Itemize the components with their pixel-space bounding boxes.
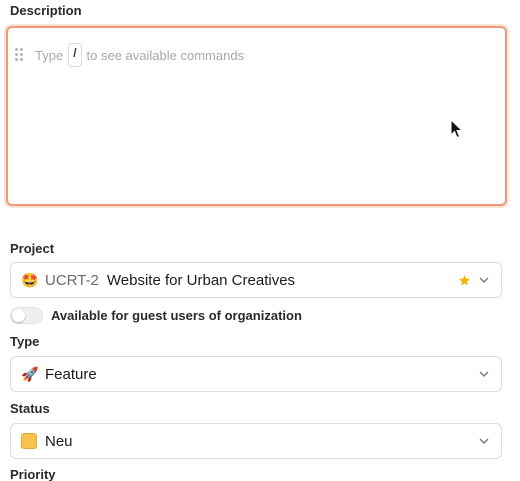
- mouse-pointer-icon: [450, 119, 464, 139]
- placeholder-prefix: Type: [35, 47, 64, 63]
- type-select[interactable]: 🚀 Feature: [10, 356, 502, 392]
- chevron-down-icon: [479, 371, 489, 377]
- guest-access-row: Available for guest users of organizatio…: [10, 306, 302, 324]
- drag-handle-icon[interactable]: [15, 48, 25, 62]
- chevron-down-icon: [479, 277, 489, 283]
- project-select[interactable]: 🤩 UCRT-2 Website for Urban Creatives: [10, 262, 502, 298]
- description-placeholder: Type / to see available commands: [35, 42, 244, 68]
- placeholder-suffix: to see available commands: [86, 47, 245, 63]
- project-emoji-icon: 🤩: [21, 271, 39, 288]
- rocket-icon: 🚀: [21, 365, 39, 382]
- description-label: Description: [10, 3, 82, 18]
- type-label: Type: [10, 334, 40, 349]
- status-value: Neu: [45, 432, 73, 450]
- guest-access-label: Available for guest users of organizatio…: [51, 307, 302, 323]
- project-code: UCRT-2: [45, 271, 99, 289]
- guest-access-toggle[interactable]: [10, 306, 43, 324]
- project-name: Website for Urban Creatives: [106, 271, 296, 289]
- slash-command-key: /: [68, 43, 82, 67]
- type-value: Feature: [45, 365, 97, 383]
- description-editor[interactable]: Type / to see available commands: [6, 26, 507, 206]
- status-color-swatch: [21, 433, 37, 449]
- status-select[interactable]: Neu: [10, 423, 502, 459]
- status-label: Status: [10, 401, 50, 416]
- star-icon[interactable]: [458, 274, 471, 287]
- project-label: Project: [10, 241, 55, 256]
- chevron-down-icon: [479, 438, 489, 444]
- priority-label: Priority: [10, 467, 56, 481]
